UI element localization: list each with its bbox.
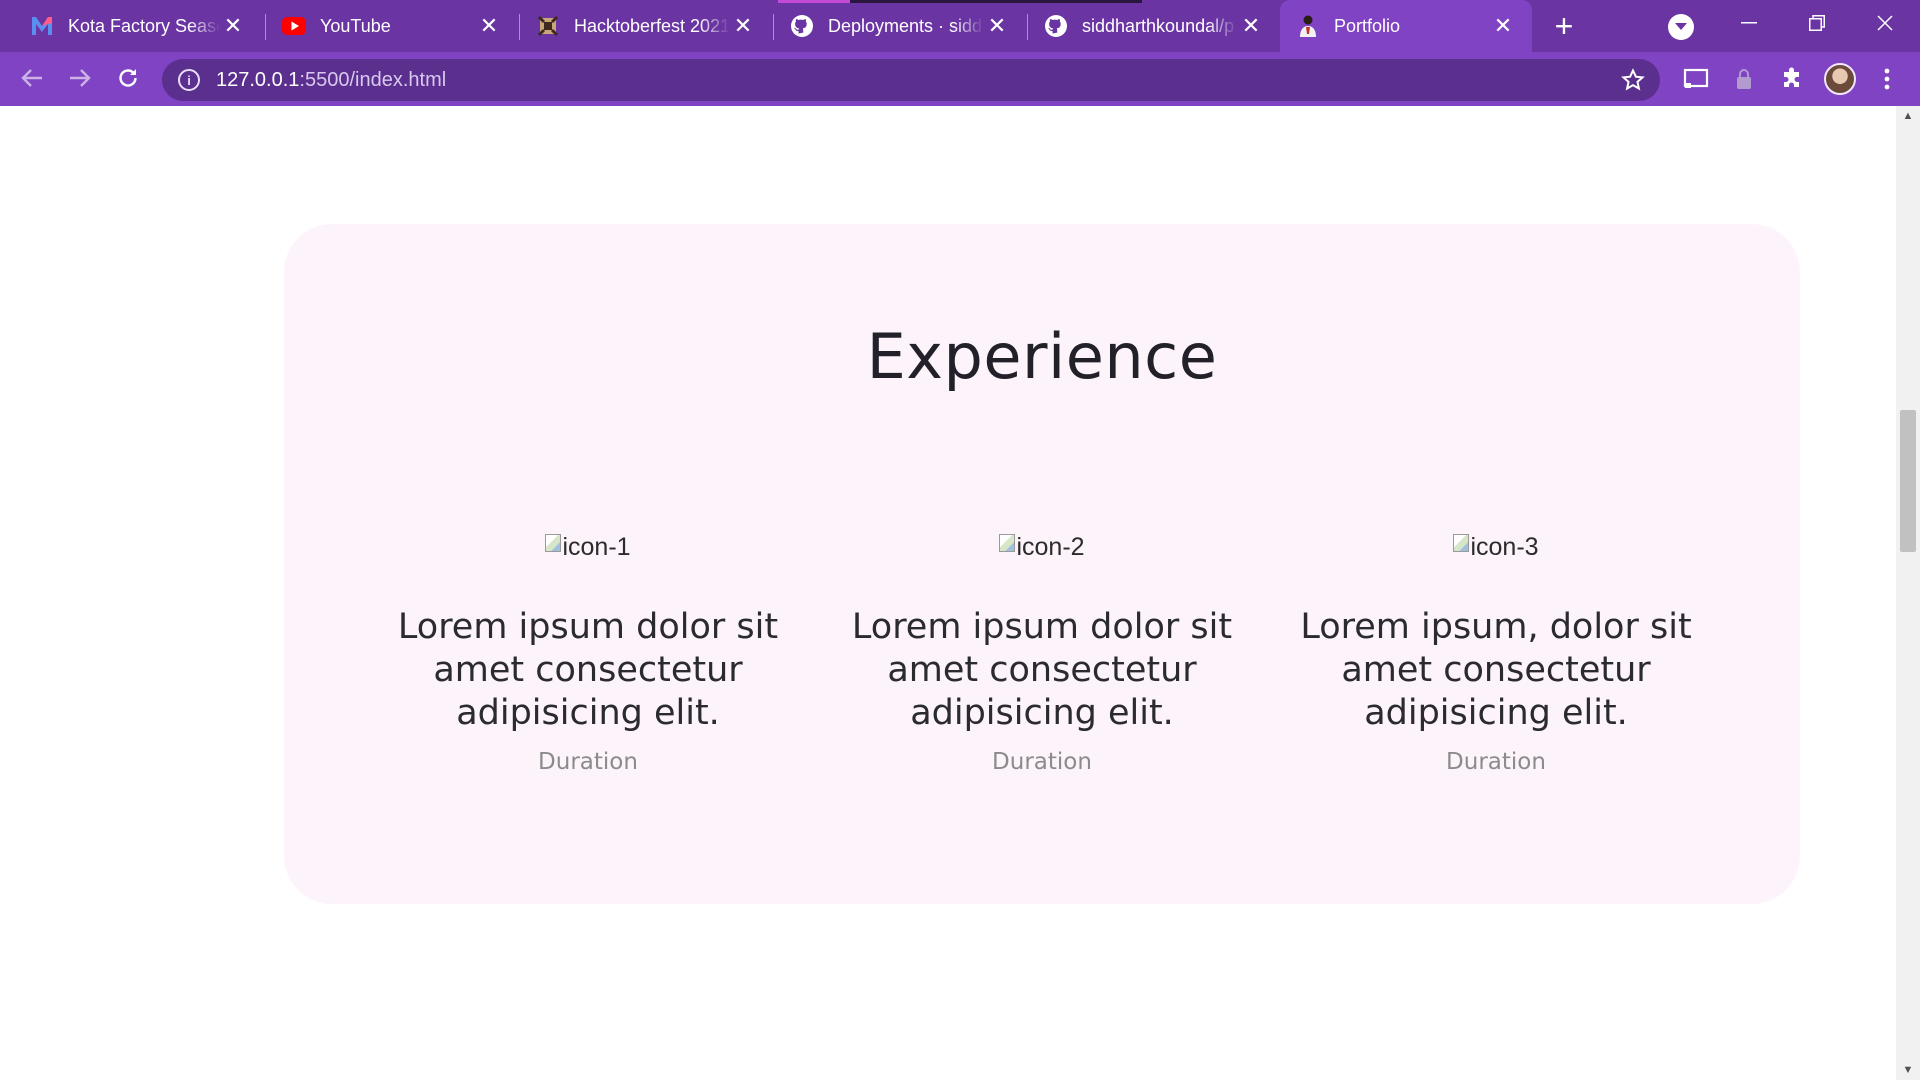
tab-portfolio[interactable]: Portfolio ✕ — [1280, 0, 1532, 52]
close-window-button[interactable] — [1850, 0, 1920, 46]
broken-image-glyph — [999, 534, 1016, 552]
bookmark-star-icon[interactable] — [1620, 67, 1646, 93]
experience-item: icon-2 Lorem ipsum dolor sit amet consec… — [832, 532, 1252, 776]
portfolio-icon — [1296, 14, 1320, 38]
page-viewport: Experience icon-1 Lorem ipsum dolor sit … — [0, 106, 1896, 1080]
tab-title: Kota Factory Season — [68, 15, 220, 36]
reload-button[interactable] — [108, 58, 148, 98]
experience-item-duration: Duration — [992, 749, 1092, 775]
experience-section: Experience icon-1 Lorem ipsum dolor sit … — [284, 224, 1800, 904]
tab-title: YouTube — [320, 15, 391, 36]
close-icon — [1877, 15, 1893, 31]
extension-button[interactable] — [1728, 63, 1760, 95]
profile-avatar[interactable] — [1824, 63, 1856, 95]
chevron-down-icon — [1675, 23, 1687, 30]
tab-youtube[interactable]: YouTube ✕ — [266, 0, 518, 52]
minimize-icon — [1741, 22, 1757, 24]
restore-button[interactable] — [1782, 0, 1852, 46]
tab-search-button[interactable] — [1668, 14, 1694, 40]
cast-icon — [1683, 68, 1709, 88]
experience-item-title: Lorem ipsum dolor sit amet consectetur a… — [397, 607, 779, 733]
github-icon — [790, 14, 814, 38]
scrollbar-thumb[interactable] — [1900, 410, 1916, 552]
experience-item-duration: Duration — [538, 749, 638, 775]
url-path: :5500/index.html — [299, 68, 447, 91]
url-text: 127.0.0.1:5500/index.html — [216, 69, 446, 92]
broken-image-glyph — [545, 534, 562, 552]
tab-loading-indicator — [778, 0, 850, 3]
broken-image-glyph — [1453, 534, 1470, 552]
experience-item-title: Lorem ipsum, dolor sit amet consectetur … — [1300, 607, 1692, 733]
tab-strip: Kota Factory Season ✕ YouTube ✕ Hacktobe… — [0, 0, 1920, 52]
icon-alt-text: icon-3 — [1470, 532, 1539, 561]
arrow-right-icon — [70, 69, 91, 87]
new-tab-button[interactable]: + — [1544, 8, 1584, 44]
tab-siddharthkoundal-repo[interactable]: siddharthkoundal/p ✕ — [1028, 0, 1280, 52]
close-tab-icon[interactable]: ✕ — [1238, 13, 1264, 39]
experience-heading: Experience — [866, 320, 1218, 393]
experience-item-duration: Duration — [1446, 749, 1546, 775]
tab-hacktoberfest[interactable]: Hacktoberfest 2021 ✕ — [520, 0, 772, 52]
tab-kota-factory[interactable]: Kota Factory Season ✕ — [0, 0, 262, 52]
browser-chrome: Kota Factory Season ✕ YouTube ✕ Hacktobe… — [0, 0, 1920, 106]
github-icon — [1044, 14, 1068, 38]
restore-icon — [1809, 15, 1825, 31]
tab-title: Deployments · siddh — [828, 15, 984, 36]
icon-alt-text: icon-2 — [1016, 532, 1085, 561]
icon-alt-text: icon-1 — [562, 532, 631, 561]
lock-extension-icon — [1737, 69, 1751, 89]
close-tab-icon[interactable]: ✕ — [984, 13, 1010, 39]
reload-icon — [119, 69, 137, 87]
close-tab-icon[interactable]: ✕ — [220, 13, 246, 39]
tab-title: Hacktoberfest 2021 — [574, 15, 730, 36]
broken-image-icon: icon-3 — [1453, 532, 1539, 562]
info-icon[interactable]: i — [178, 69, 200, 91]
m-logo-icon — [30, 14, 54, 38]
scroll-up-arrow-icon[interactable]: ▲ — [1896, 106, 1920, 126]
close-tab-icon[interactable]: ✕ — [476, 13, 502, 39]
url-host: 127.0.0.1 — [216, 68, 300, 91]
cast-button[interactable] — [1680, 63, 1712, 95]
kebab-menu-icon — [1884, 68, 1890, 90]
page-scrollbar[interactable]: ▲ ▼ — [1896, 106, 1920, 1080]
close-tab-icon[interactable]: ✕ — [730, 13, 756, 39]
address-bar[interactable]: i 127.0.0.1:5500/index.html — [162, 59, 1660, 101]
experience-item: icon-3 Lorem ipsum, dolor sit amet conse… — [1286, 532, 1706, 776]
experience-item: icon-1 Lorem ipsum dolor sit amet consec… — [378, 532, 798, 776]
tab-title: siddharthkoundal/p — [1082, 15, 1235, 36]
close-tab-icon[interactable]: ✕ — [1490, 13, 1516, 39]
scroll-down-arrow-icon[interactable]: ▼ — [1896, 1060, 1920, 1080]
minimize-button[interactable] — [1714, 0, 1784, 46]
arrow-left-icon — [21, 69, 42, 87]
tab-deployments[interactable]: Deployments · siddh ✕ — [774, 0, 1026, 52]
hacktoberfest-icon — [536, 14, 560, 38]
experience-item-title: Lorem ipsum dolor sit amet consectetur a… — [851, 607, 1233, 733]
forward-button[interactable] — [60, 58, 100, 98]
back-button[interactable] — [12, 58, 52, 98]
youtube-icon — [282, 14, 306, 38]
browser-menu-button[interactable] — [1872, 63, 1902, 95]
tab-title: Portfolio — [1334, 15, 1401, 36]
broken-image-icon: icon-1 — [545, 532, 631, 562]
puzzle-icon — [1784, 67, 1799, 87]
broken-image-icon: icon-2 — [999, 532, 1085, 562]
browser-toolbar: i 127.0.0.1:5500/index.html — [0, 52, 1920, 106]
extensions-menu-button[interactable] — [1776, 63, 1808, 95]
